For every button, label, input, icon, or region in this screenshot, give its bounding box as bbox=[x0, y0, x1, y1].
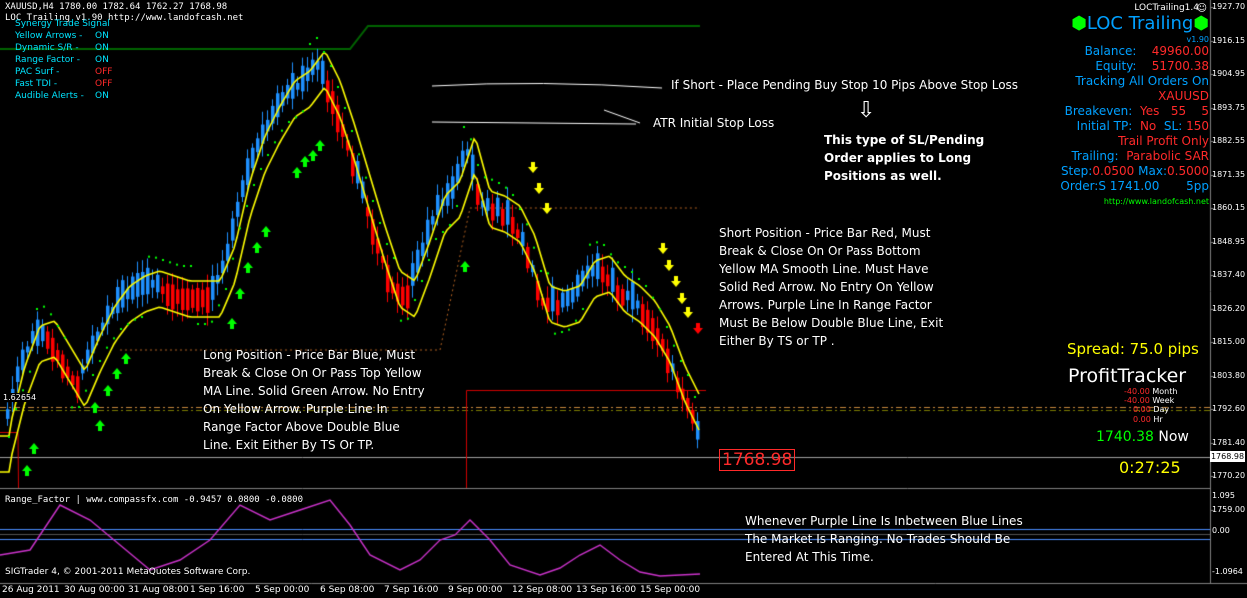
time-tick-label: 31 Aug 08:00 bbox=[128, 585, 189, 595]
time-tick-label: 15 Sep 00:00 bbox=[640, 585, 701, 595]
signal-status-panel: Synergy Trade Signal Yellow Arrows - ON D… bbox=[15, 19, 113, 102]
loc-trail-profit: Trail Profit Only bbox=[1118, 134, 1209, 148]
annotation-ranging: Whenever Purple Line Is Inbetween Blue L… bbox=[745, 514, 1023, 564]
time-tick-label: 13 Sep 16:00 bbox=[576, 585, 637, 595]
time-tick-label: 6 Sep 08:00 bbox=[320, 585, 375, 595]
loc-title: LOC Trailing bbox=[1086, 13, 1194, 34]
status-row-pac-surf: PAC Surf - OFF bbox=[15, 67, 113, 77]
loc-tracking: Tracking All Orders On bbox=[1075, 74, 1209, 88]
status-title: Synergy Trade Signal bbox=[15, 19, 110, 29]
profit-row-day: 0.00 Day bbox=[1133, 405, 1170, 414]
price-tick-label: 1871.35 bbox=[1212, 169, 1246, 179]
indicator-tick-label: 1.095 bbox=[1212, 491, 1235, 500]
time-tick-label: 26 Aug 2011 bbox=[2, 585, 60, 595]
loc-order: Order:S 1741.00 5pp bbox=[1060, 179, 1209, 193]
time-axis: 26 Aug 2011 30 Aug 00:00 31 Aug 08:00 1 Sep… bbox=[0, 583, 1210, 598]
indicator-header: Range_Factor | www.compassfx.com -0.9457… bbox=[5, 495, 304, 505]
annotation-short-position: Short Position - Price Bar Red, Must Bre… bbox=[719, 226, 944, 348]
loc-breakeven: Breakeven: Yes 55 5 bbox=[1064, 104, 1209, 118]
status-row-yellow-arrows: Yellow Arrows - ON bbox=[15, 31, 109, 41]
time-tick-label: 12 Sep 08:00 bbox=[512, 585, 573, 595]
price-tick-label: 1837.40 bbox=[1212, 270, 1246, 279]
loc-balance: Balance: 49960.00 bbox=[1084, 44, 1209, 58]
indicator-tick-label: -1.0964 bbox=[1212, 567, 1243, 576]
time-tick-label: 9 Sep 00:00 bbox=[448, 585, 503, 595]
status-row-dynamic-sr: Dynamic S/R - ON bbox=[15, 43, 109, 53]
price-tick-label: 1860.15 bbox=[1212, 203, 1246, 212]
status-row-range-factor: Range Factor - ON bbox=[15, 55, 109, 65]
price-tick-label: 1815.00 bbox=[1212, 337, 1246, 346]
price-tick-label: 1893.75 bbox=[1212, 102, 1246, 112]
loc-symbol: XAUUSD bbox=[1158, 89, 1209, 103]
loc-equity: Equity: 51700.38 bbox=[1095, 59, 1209, 73]
time-tick-label: 30 Aug 00:00 bbox=[64, 585, 125, 595]
down-arrow-icon: ⇩ bbox=[857, 98, 876, 123]
loc-step: Step:0.0500 Max:0.5000 bbox=[1060, 164, 1209, 178]
time-tick-label: 5 Sep 00:00 bbox=[255, 585, 310, 595]
profit-row-week: -40.00 Week bbox=[1124, 396, 1175, 405]
left-level-label: 1.62654 bbox=[3, 393, 37, 402]
spread-readout: Spread: 75.0 pips bbox=[1067, 340, 1199, 358]
loc-trailing-panel: ⬢LOC Trailing⬢ v1.90 Balance: 49960.00 E… bbox=[1060, 12, 1209, 209]
loc-initial: Initial TP: No SL: 150 bbox=[1076, 119, 1209, 133]
price-tick-label: 1803.80 bbox=[1212, 370, 1246, 380]
shield-icon: ⬢ bbox=[1071, 13, 1087, 34]
copyright: SIGTrader 4, © 2001-2011 MetaQuotes Soft… bbox=[5, 567, 251, 577]
chart-header: XAUUSD,H4 1780.00 1782.64 1762.27 1768.9… bbox=[5, 2, 228, 12]
price-tick-label: 1927.70 bbox=[1212, 2, 1246, 11]
annotation-long-position: Long Position - Price Bar Blue, Must Bre… bbox=[203, 348, 425, 452]
price-tag: 1768.98 bbox=[1210, 451, 1245, 462]
time-tick-label: 7 Sep 16:00 bbox=[384, 585, 439, 595]
price-tick-label: 1826.20 bbox=[1212, 303, 1246, 313]
profit-now: 1740.38 Now bbox=[1096, 429, 1189, 445]
loc-version: v1.90 bbox=[1186, 35, 1209, 44]
price-tick-label: 1759.00 bbox=[1212, 504, 1246, 514]
annotation-short-pending: If Short - Place Pending Buy Stop 10 Pip… bbox=[671, 78, 1019, 92]
indicator-tick-label: 0.00 bbox=[1212, 526, 1230, 535]
loc-trailing: Trailing: Parabolic SAR bbox=[1071, 149, 1209, 163]
price-tick-label: 1882.55 bbox=[1212, 136, 1246, 145]
profit-row-hr: 0.00 Hr bbox=[1133, 415, 1163, 424]
price-tick-label: 1792.60 bbox=[1212, 404, 1246, 413]
loc-url: http://www.landofcash.net bbox=[1103, 197, 1209, 206]
status-row-fast-tdi: Fast TDI - OFF bbox=[15, 79, 113, 89]
profit-row-month: -40.00 Month bbox=[1124, 387, 1178, 396]
annotation-atr: ATR Initial Stop Loss bbox=[653, 116, 775, 130]
bar-timer: 0:27:25 bbox=[1119, 458, 1181, 477]
shield-icon: ⬢ bbox=[1193, 13, 1209, 34]
time-tick-label: 1 Sep 16:00 bbox=[190, 585, 245, 595]
status-row-audible-alerts: Audible Alerts - ON bbox=[15, 91, 109, 101]
price-tick-label: 1781.40 bbox=[1212, 437, 1246, 447]
current-price-box: 1768.98 bbox=[719, 449, 796, 471]
profit-tracker-title: ProfitTracker bbox=[1068, 365, 1187, 387]
price-tick-label: 1848.95 bbox=[1212, 236, 1246, 246]
price-tick-label: 1770.20 bbox=[1212, 471, 1246, 480]
annotation-applies: This type of SL/Pending Order applies to… bbox=[824, 133, 985, 183]
loc-title-row: ⬢LOC Trailing⬢ bbox=[1060, 12, 1209, 36]
price-tick-label: 1916.15 bbox=[1212, 35, 1246, 45]
price-tick-label: 1904.95 bbox=[1212, 69, 1246, 78]
